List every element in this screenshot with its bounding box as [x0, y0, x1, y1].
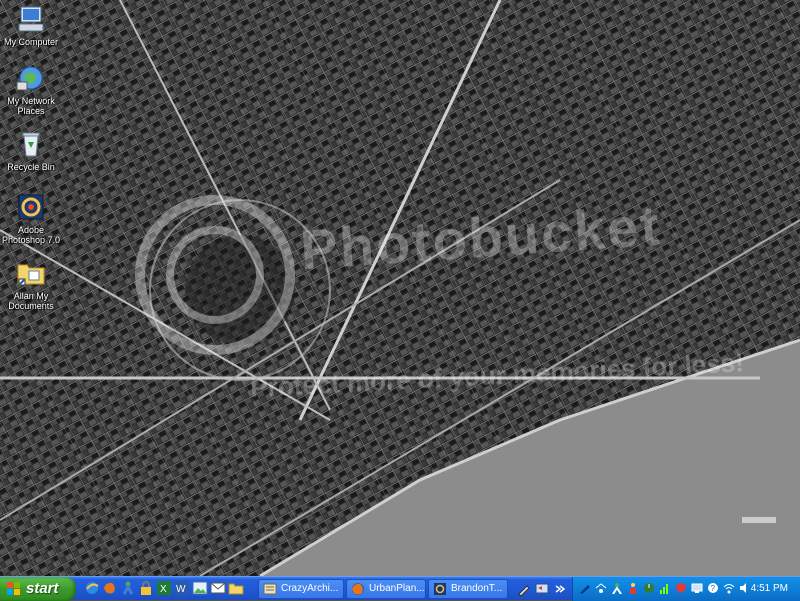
excel-icon[interactable]: X — [156, 580, 172, 596]
pen-tool-icon[interactable] — [516, 581, 532, 597]
desktop-icon-my-network-places[interactable]: My Network Places — [0, 62, 62, 116]
archive-icon — [263, 583, 277, 595]
firefox-icon — [352, 583, 364, 595]
start-label: start — [26, 580, 59, 597]
photoshop-icon — [18, 194, 44, 220]
photoshop-icon — [434, 583, 446, 595]
word-icon[interactable]: W — [174, 580, 190, 596]
desktop-icon-adobe-photoshop[interactable]: Adobe Photoshop 7.0 — [0, 191, 62, 245]
image-viewer-icon[interactable] — [192, 580, 208, 596]
system-clock[interactable]: 4:51 PM — [751, 577, 788, 601]
wireless-icon[interactable] — [595, 582, 607, 594]
mail-icon[interactable] — [210, 580, 226, 596]
folder-icon[interactable] — [228, 580, 244, 596]
chevron-double-icon[interactable] — [554, 583, 566, 595]
task-label: UrbanPlan... — [369, 583, 425, 594]
desktop-icon-recycle-bin[interactable]: Recycle Bin — [0, 128, 62, 172]
signal-bars-icon[interactable] — [659, 582, 671, 594]
desktop-icon-label: Allan My Documents — [8, 291, 54, 311]
shield-icon[interactable] — [675, 582, 687, 594]
taskbar: start X W CrazyArchi... UrbanPlan... Bra… — [0, 576, 800, 601]
desktop-icon-label: My Network Places — [7, 96, 55, 116]
wireless-network-icon[interactable] — [723, 582, 735, 594]
volume-icon[interactable] — [739, 582, 751, 594]
svg-text:X: X — [160, 584, 167, 595]
recycle-bin-icon — [22, 132, 40, 157]
network-monitor-icon[interactable] — [534, 581, 550, 597]
taskbar-task-urbanplan[interactable]: UrbanPlan... — [346, 579, 426, 599]
aerial-city-wallpaper — [0, 0, 800, 576]
desktop-icon-label: Adobe Photoshop 7.0 — [1, 225, 61, 245]
computer-icon — [18, 6, 44, 32]
start-button[interactable]: start — [0, 577, 76, 601]
folder-shortcut-icon — [17, 264, 45, 286]
task-label: BrandonT... — [451, 583, 503, 594]
svg-text:?: ? — [711, 584, 716, 593]
desktop-icon-label: My Computer — [3, 37, 58, 47]
system-tray: ? 4:51 PM — [572, 577, 800, 601]
pen-icon[interactable] — [579, 582, 591, 594]
messenger-tray-icon[interactable] — [611, 582, 623, 594]
desktop-icon-label: Recycle Bin — [7, 162, 55, 172]
desktop-icon-my-computer[interactable]: My Computer — [0, 3, 62, 47]
messenger-icon[interactable] — [120, 580, 136, 596]
help-icon[interactable]: ? — [707, 582, 719, 594]
taskbar-task-brandont[interactable]: BrandonT... — [428, 579, 508, 599]
desktop-icon-allan-my-documents[interactable]: Allan My Documents — [0, 257, 62, 311]
task-label: CrazyArchi... — [281, 583, 339, 594]
lock-icon[interactable] — [138, 580, 154, 596]
svg-text:W: W — [176, 584, 186, 595]
user-icon[interactable] — [627, 582, 639, 594]
power-icon[interactable] — [643, 582, 655, 594]
firefox-icon[interactable] — [102, 580, 118, 596]
windows-logo-icon — [7, 582, 20, 595]
network-globe-icon — [16, 66, 43, 91]
desktop[interactable]: Photobucket Protect more of your memorie… — [0, 0, 800, 576]
ie-icon[interactable] — [84, 580, 100, 596]
taskbar-task-crazyarchi[interactable]: CrazyArchi... — [258, 579, 344, 599]
display-icon[interactable] — [691, 582, 703, 594]
